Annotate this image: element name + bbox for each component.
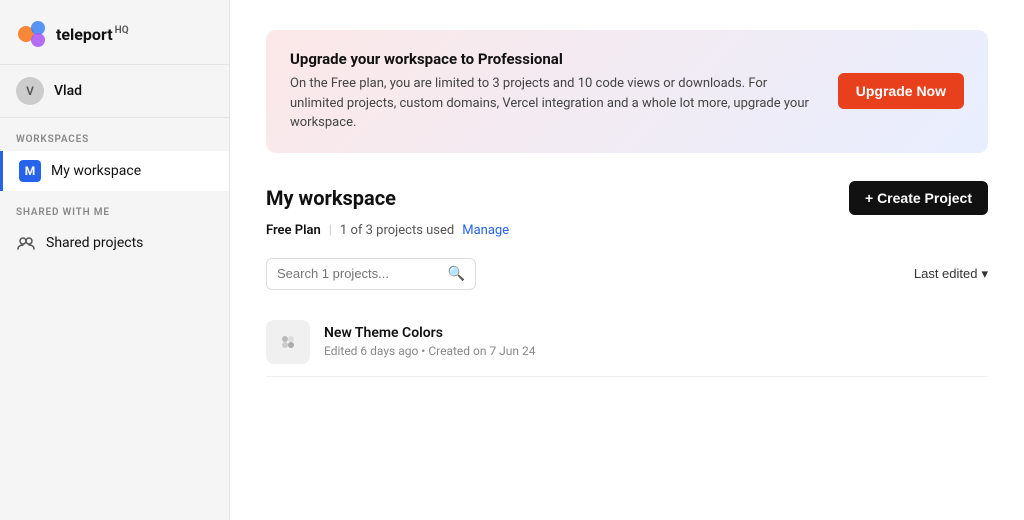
shared-section-label: SHARED WITH ME: [0, 191, 229, 224]
sidebar: teleportHQ V Vlad WORKSPACES M My worksp…: [0, 0, 230, 520]
project-thumbnail: [266, 320, 310, 364]
workspace-header: My workspace + Create Project: [266, 181, 988, 215]
username: Vlad: [54, 83, 82, 99]
plan-row: Free Plan | 1 of 3 projects used Manage: [266, 223, 988, 238]
search-sort-row: 🔍 Last edited ▾: [266, 258, 988, 290]
search-icon: 🔍: [448, 266, 465, 282]
workspaces-section-label: WORKSPACES: [0, 118, 229, 151]
avatar: V: [16, 77, 44, 105]
create-project-button[interactable]: + Create Project: [849, 181, 988, 215]
sort-button[interactable]: Last edited ▾: [914, 266, 988, 282]
workspace-title: My workspace: [266, 186, 396, 210]
sidebar-item-shared-projects-label: Shared projects: [46, 235, 143, 251]
teleport-logo-icon: [16, 18, 48, 50]
search-box[interactable]: 🔍: [266, 258, 476, 290]
banner-description: On the Free plan, you are limited to 3 p…: [290, 74, 810, 133]
user-row[interactable]: V Vlad: [0, 65, 229, 118]
projects-list: New Theme Colors Edited 6 days ago • Cre…: [266, 308, 988, 377]
search-input[interactable]: [277, 266, 444, 281]
project-meta: Edited 6 days ago • Created on 7 Jun 24: [324, 344, 536, 358]
sidebar-item-shared-projects[interactable]: Shared projects: [0, 224, 229, 262]
manage-link[interactable]: Manage: [462, 223, 509, 238]
chevron-down-icon: ▾: [981, 266, 988, 282]
table-row[interactable]: New Theme Colors Edited 6 days ago • Cre…: [266, 308, 988, 377]
project-name: New Theme Colors: [324, 325, 536, 341]
sidebar-item-my-workspace-label: My workspace: [51, 163, 141, 179]
banner-text: Upgrade your workspace to Professional O…: [290, 50, 818, 133]
plan-usage: 1 of 3 projects used: [340, 223, 454, 238]
logo-area: teleportHQ: [0, 0, 229, 65]
project-info: New Theme Colors Edited 6 days ago • Cre…: [324, 325, 536, 358]
sidebar-item-my-workspace[interactable]: M My workspace: [0, 151, 229, 191]
upgrade-now-button[interactable]: Upgrade Now: [838, 73, 964, 109]
shared-projects-icon: [16, 233, 36, 253]
sort-label: Last edited: [914, 266, 978, 281]
workspace-avatar: M: [19, 160, 41, 182]
plan-badge: Free Plan: [266, 223, 321, 238]
banner-title: Upgrade your workspace to Professional: [290, 50, 818, 68]
main-content: Upgrade your workspace to Professional O…: [230, 0, 1024, 520]
upgrade-banner: Upgrade your workspace to Professional O…: [266, 30, 988, 153]
logo-text: teleportHQ: [56, 25, 129, 44]
